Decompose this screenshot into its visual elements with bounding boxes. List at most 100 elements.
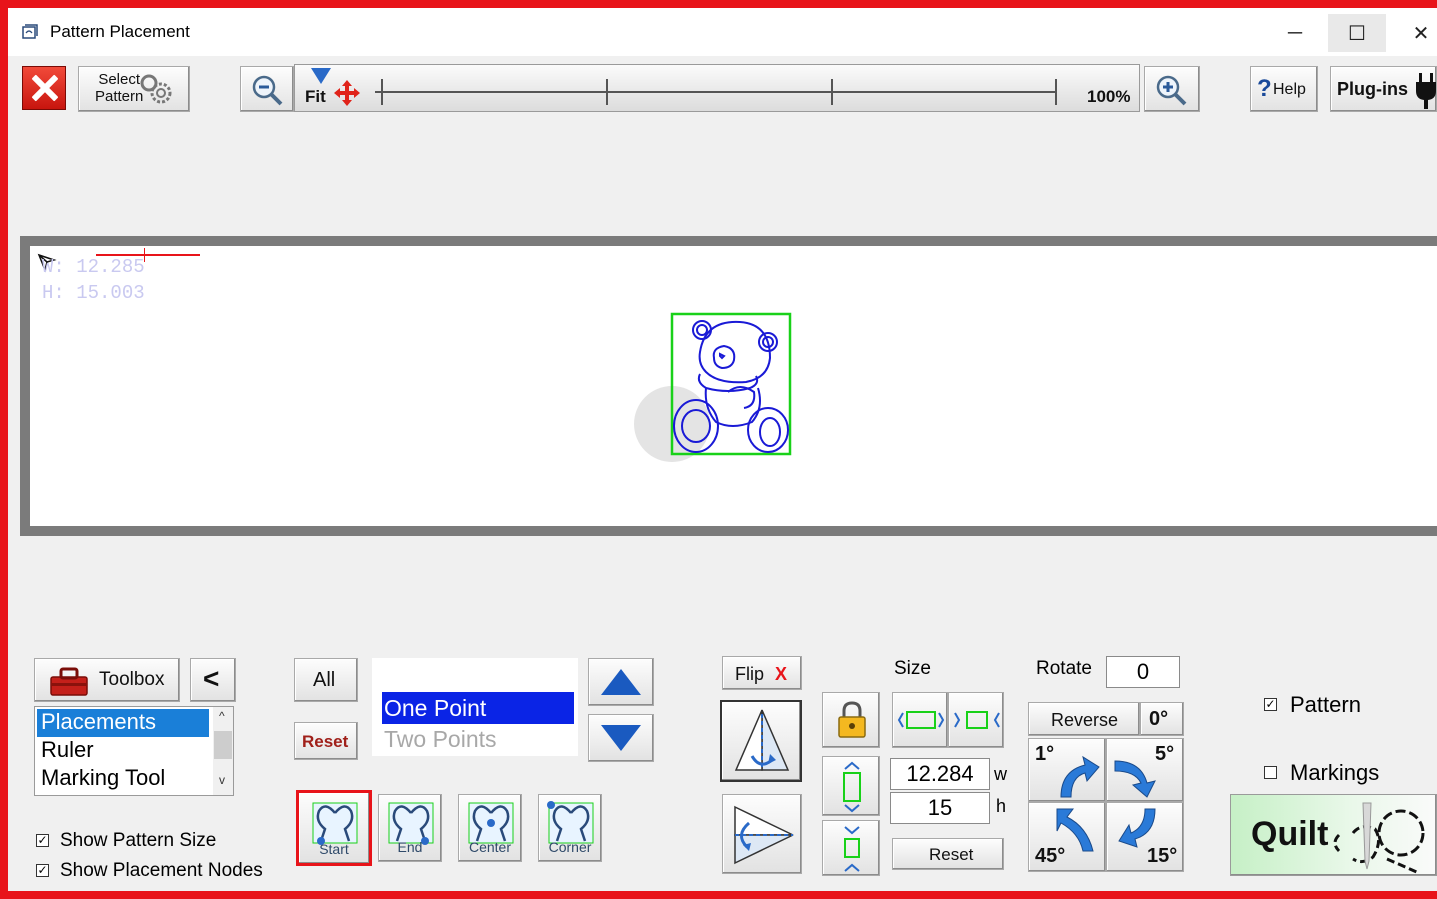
plugins-label: Plug-ins <box>1337 79 1408 99</box>
shrink-width-icon <box>954 711 1000 729</box>
help-icon: ? <box>1257 75 1272 102</box>
node-start-button[interactable]: Start <box>296 790 372 866</box>
height-input[interactable]: 15 <box>890 792 990 824</box>
markings-label: Markings <box>1290 760 1380 785</box>
shrink-width-button[interactable] <box>948 692 1004 748</box>
size-reset-button[interactable]: Reset <box>892 838 1004 870</box>
pattern-placement-window: Pattern Placement ─ ☐ ✕ Select Pattern F… <box>8 8 1437 891</box>
title-bar: Pattern Placement ─ ☐ ✕ <box>8 8 1437 56</box>
show-pattern-size-label: Show Pattern Size <box>60 830 217 851</box>
flip-horizontal-button[interactable] <box>722 794 802 874</box>
lock-icon <box>838 701 866 738</box>
placement-canvas[interactable]: W: 12.285 H: 15.003 <box>30 246 1437 526</box>
height-unit-label: h <box>996 796 1007 816</box>
width-readout: W: 12.285 <box>42 256 145 278</box>
node-corner-label: Corner <box>548 839 592 855</box>
slider-tick <box>1055 79 1057 105</box>
slider-tick <box>831 79 833 105</box>
stretch-width-icon <box>897 711 945 729</box>
quilt-label: Quilt <box>1251 815 1329 853</box>
rotate-1-label: 1° <box>1035 743 1055 765</box>
flip-horizontal-icon <box>734 805 794 865</box>
flip-x-icon: X <box>775 664 788 684</box>
width-input[interactable]: 12.284 <box>890 758 990 790</box>
help-label: Help <box>1273 81 1306 98</box>
lock-aspect-button[interactable] <box>822 692 880 748</box>
quilt-needle-icon <box>1333 802 1425 875</box>
stretch-height-icon <box>843 761 861 813</box>
collapse-button[interactable]: < <box>190 658 236 702</box>
scroll-up-icon[interactable]: ^ <box>219 709 225 723</box>
zoom-percent: 100% <box>1087 87 1131 106</box>
flip-label: Flip <box>735 664 765 684</box>
placement-mode-list: One Point Two Points <box>372 658 578 756</box>
teddy-bear-pattern[interactable] <box>670 312 792 456</box>
show-pattern-size-checkbox[interactable]: ✓ <box>36 834 49 847</box>
toolbox-item-ruler[interactable]: Ruler <box>37 737 209 765</box>
rotate-15-label: 15° <box>1147 845 1178 867</box>
scroll-thumb[interactable] <box>214 731 232 759</box>
size-label: Size <box>894 658 931 679</box>
all-label: All <box>313 669 336 691</box>
select-pattern-button[interactable]: Select Pattern <box>78 66 190 112</box>
pattern-checkbox[interactable]: ✓ <box>1264 698 1277 711</box>
node-end-button[interactable]: End <box>378 794 442 862</box>
rotate-zero-button[interactable]: 0° <box>1140 702 1184 736</box>
fit-label: Fit <box>305 87 326 106</box>
markings-checkbox[interactable] <box>1264 766 1277 779</box>
canvas-frame: W: 12.285 H: 15.003 <box>20 236 1437 536</box>
gear-icon <box>140 74 172 104</box>
shrink-height-icon <box>844 826 860 872</box>
show-placement-nodes-label: Show Placement Nodes <box>60 860 263 881</box>
move-up-button[interactable] <box>588 658 654 706</box>
quilt-button[interactable]: Quilt <box>1230 794 1437 876</box>
size-reset-label: Reset <box>929 845 974 864</box>
reverse-button[interactable]: Reverse <box>1028 702 1140 736</box>
shrink-height-button[interactable] <box>822 820 880 876</box>
rotate-5-button[interactable]: 5° <box>1106 738 1184 802</box>
toolbox-button[interactable]: Toolbox <box>34 658 180 702</box>
slider-tick <box>381 79 383 105</box>
close-window-button[interactable]: ✕ <box>1392 14 1437 52</box>
all-button[interactable]: All <box>294 658 358 702</box>
zoom-slider[interactable]: Fit 100% <box>294 64 1140 112</box>
zoom-in-icon <box>1156 75 1187 106</box>
toolbox-item-placements[interactable]: Placements <box>37 709 209 737</box>
zoom-in-button[interactable] <box>1144 66 1200 112</box>
scroll-down-icon[interactable]: v <box>219 773 225 787</box>
rotate-1-button[interactable]: 1° <box>1028 738 1106 802</box>
height-readout: H: 15.003 <box>42 282 145 304</box>
mode-one-point[interactable]: One Point <box>382 692 574 724</box>
stretch-width-button[interactable] <box>892 692 948 748</box>
node-start-label: Start <box>319 841 349 857</box>
toolbox-item-marking-tool[interactable]: Marking Tool <box>37 765 209 793</box>
flip-reset-button[interactable]: Flip X <box>722 656 802 690</box>
zoom-out-button[interactable] <box>240 66 294 112</box>
flip-vertical-icon <box>734 709 790 771</box>
move-down-button[interactable] <box>588 714 654 762</box>
plugins-button[interactable]: Plug-ins <box>1330 66 1437 112</box>
minimize-button[interactable]: ─ <box>1266 14 1324 52</box>
maximize-button[interactable]: ☐ <box>1328 14 1386 52</box>
node-center-button[interactable]: Center <box>458 794 522 862</box>
list-scrollbar[interactable]: ^ v <box>213 707 233 795</box>
rotate-cw-small-icon <box>1060 755 1100 798</box>
show-placement-nodes-checkbox[interactable]: ✓ <box>36 864 49 877</box>
help-button[interactable]: ? Help <box>1250 66 1318 112</box>
placement-reset-button[interactable]: Reset <box>294 722 358 760</box>
node-corner-button[interactable]: Corner <box>538 794 602 862</box>
heart-start-icon <box>312 802 358 845</box>
rotate-input[interactable]: 0 <box>1106 656 1180 688</box>
reverse-label: Reverse <box>1051 710 1119 730</box>
toolbar: Select Pattern Fit 100% ? Help Plug-ins <box>8 56 1437 122</box>
rotate-45-label: 45° <box>1035 845 1066 867</box>
placement-reset-label: Reset <box>302 732 349 751</box>
mode-two-points[interactable]: Two Points <box>384 726 497 753</box>
cancel-close-button[interactable] <box>22 66 66 110</box>
rotate-15-button[interactable]: 15° <box>1106 802 1184 872</box>
arrow-up-icon <box>601 669 641 695</box>
stretch-height-button[interactable] <box>822 756 880 816</box>
window-title: Pattern Placement <box>50 22 190 41</box>
flip-vertical-button[interactable] <box>720 700 802 782</box>
rotate-45-button[interactable]: 45° <box>1028 802 1106 872</box>
